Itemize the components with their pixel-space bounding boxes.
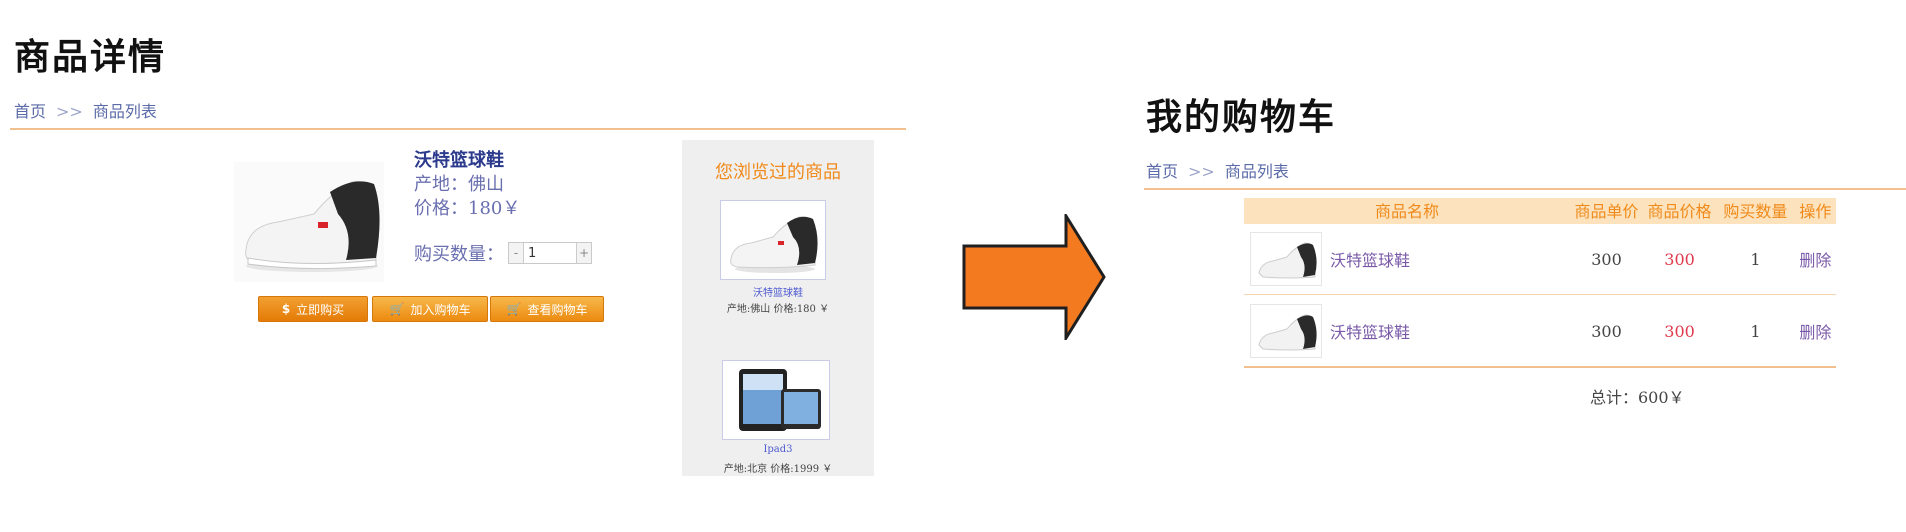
breadcrumb-separator: >>: [1188, 162, 1215, 181]
breadcrumb: 首页 >> 商品列表: [14, 98, 157, 122]
cart-item-image[interactable]: [1250, 232, 1322, 286]
history-item-meta: 产地:佛山 价格:180 ￥: [726, 304, 830, 315]
cart-item-image[interactable]: [1250, 304, 1322, 358]
history-item-image[interactable]: [722, 360, 830, 440]
cart-item-name[interactable]: 沃特篮球鞋: [1330, 247, 1410, 271]
quantity-plus-button[interactable]: +: [576, 243, 591, 263]
breadcrumb-home-link[interactable]: 首页: [14, 102, 46, 121]
table-row: 沃特篮球鞋 300 300 1 删除: [1244, 296, 1836, 366]
cart-item-quantity: 1: [1750, 321, 1761, 341]
quantity-stepper[interactable]: - 1 +: [508, 242, 592, 264]
quantity-input[interactable]: 1: [524, 246, 576, 261]
product-image: [234, 162, 384, 282]
add-to-cart-button[interactable]: 🛒 加入购物车: [372, 296, 488, 322]
cart-outline-icon: 🛒: [506, 302, 522, 316]
cart-icon: 🛒: [389, 302, 405, 316]
cart-breadcrumb: 首页 >> 商品列表: [1146, 158, 1289, 182]
divider: [10, 128, 906, 130]
cart-item-price: 300: [1664, 321, 1695, 341]
product-name: 沃特篮球鞋: [414, 150, 504, 171]
cart-item-unit-price: 300: [1591, 249, 1622, 269]
quantity-label: 购买数量：: [414, 244, 504, 265]
cart-item-unit-price: 300: [1591, 321, 1622, 341]
row-divider: [1244, 294, 1836, 295]
add-to-cart-label: 加入购物车: [410, 302, 471, 317]
history-item-caption[interactable]: 沃特篮球鞋: [682, 284, 874, 299]
history-title: 您浏览过的商品: [715, 162, 841, 183]
column-header: 商品名称: [1244, 198, 1570, 224]
page-title: 商品详情: [14, 37, 167, 78]
breadcrumb-separator: >>: [56, 102, 83, 121]
right-arrow-icon: [962, 214, 1106, 340]
product-price: 价格：180￥: [414, 198, 521, 219]
column-header: 商品单价: [1569, 198, 1644, 224]
view-cart-label: 查看购物车: [527, 302, 588, 317]
buy-now-label: 立即购买: [296, 302, 345, 317]
breadcrumb-list-link[interactable]: 商品列表: [93, 102, 157, 121]
cart-page-title: 我的购物车: [1146, 97, 1337, 138]
cart-table-header: 商品名称 商品单价 商品价格 购买数量 操作: [1244, 198, 1836, 224]
cart-total: 总计：600￥: [1590, 388, 1685, 407]
column-header: 购买数量: [1716, 198, 1795, 224]
dollar-icon: $: [281, 302, 291, 316]
delete-link[interactable]: 删除: [1795, 247, 1836, 271]
breadcrumb-list-link[interactable]: 商品列表: [1225, 162, 1289, 181]
view-cart-button[interactable]: 🛒 查看购物车: [490, 296, 604, 322]
history-item-caption[interactable]: Ipad3: [682, 444, 874, 455]
history-item-meta: 产地:北京 价格:1999 ￥: [723, 464, 833, 475]
column-header: 操作: [1794, 198, 1836, 224]
product-origin: 产地：佛山: [414, 174, 504, 195]
breadcrumb-home-link[interactable]: 首页: [1146, 162, 1178, 181]
cart-item-cell: 沃特篮球鞋: [1244, 304, 1570, 358]
table-bottom-divider: [1244, 366, 1836, 368]
cart-item-price: 300: [1664, 249, 1695, 269]
column-header: 商品价格: [1643, 198, 1717, 224]
quantity-minus-button[interactable]: -: [509, 243, 524, 263]
table-row: 沃特篮球鞋 300 300 1 删除: [1244, 224, 1836, 294]
delete-link[interactable]: 删除: [1795, 319, 1836, 343]
cart-item-name[interactable]: 沃特篮球鞋: [1330, 319, 1410, 343]
history-item-image[interactable]: [720, 200, 826, 280]
buy-now-button[interactable]: $ 立即购买: [258, 296, 368, 322]
cart-item-cell: 沃特篮球鞋: [1244, 232, 1570, 286]
cart-item-quantity: 1: [1750, 249, 1761, 269]
cart-divider: [1144, 188, 1906, 190]
